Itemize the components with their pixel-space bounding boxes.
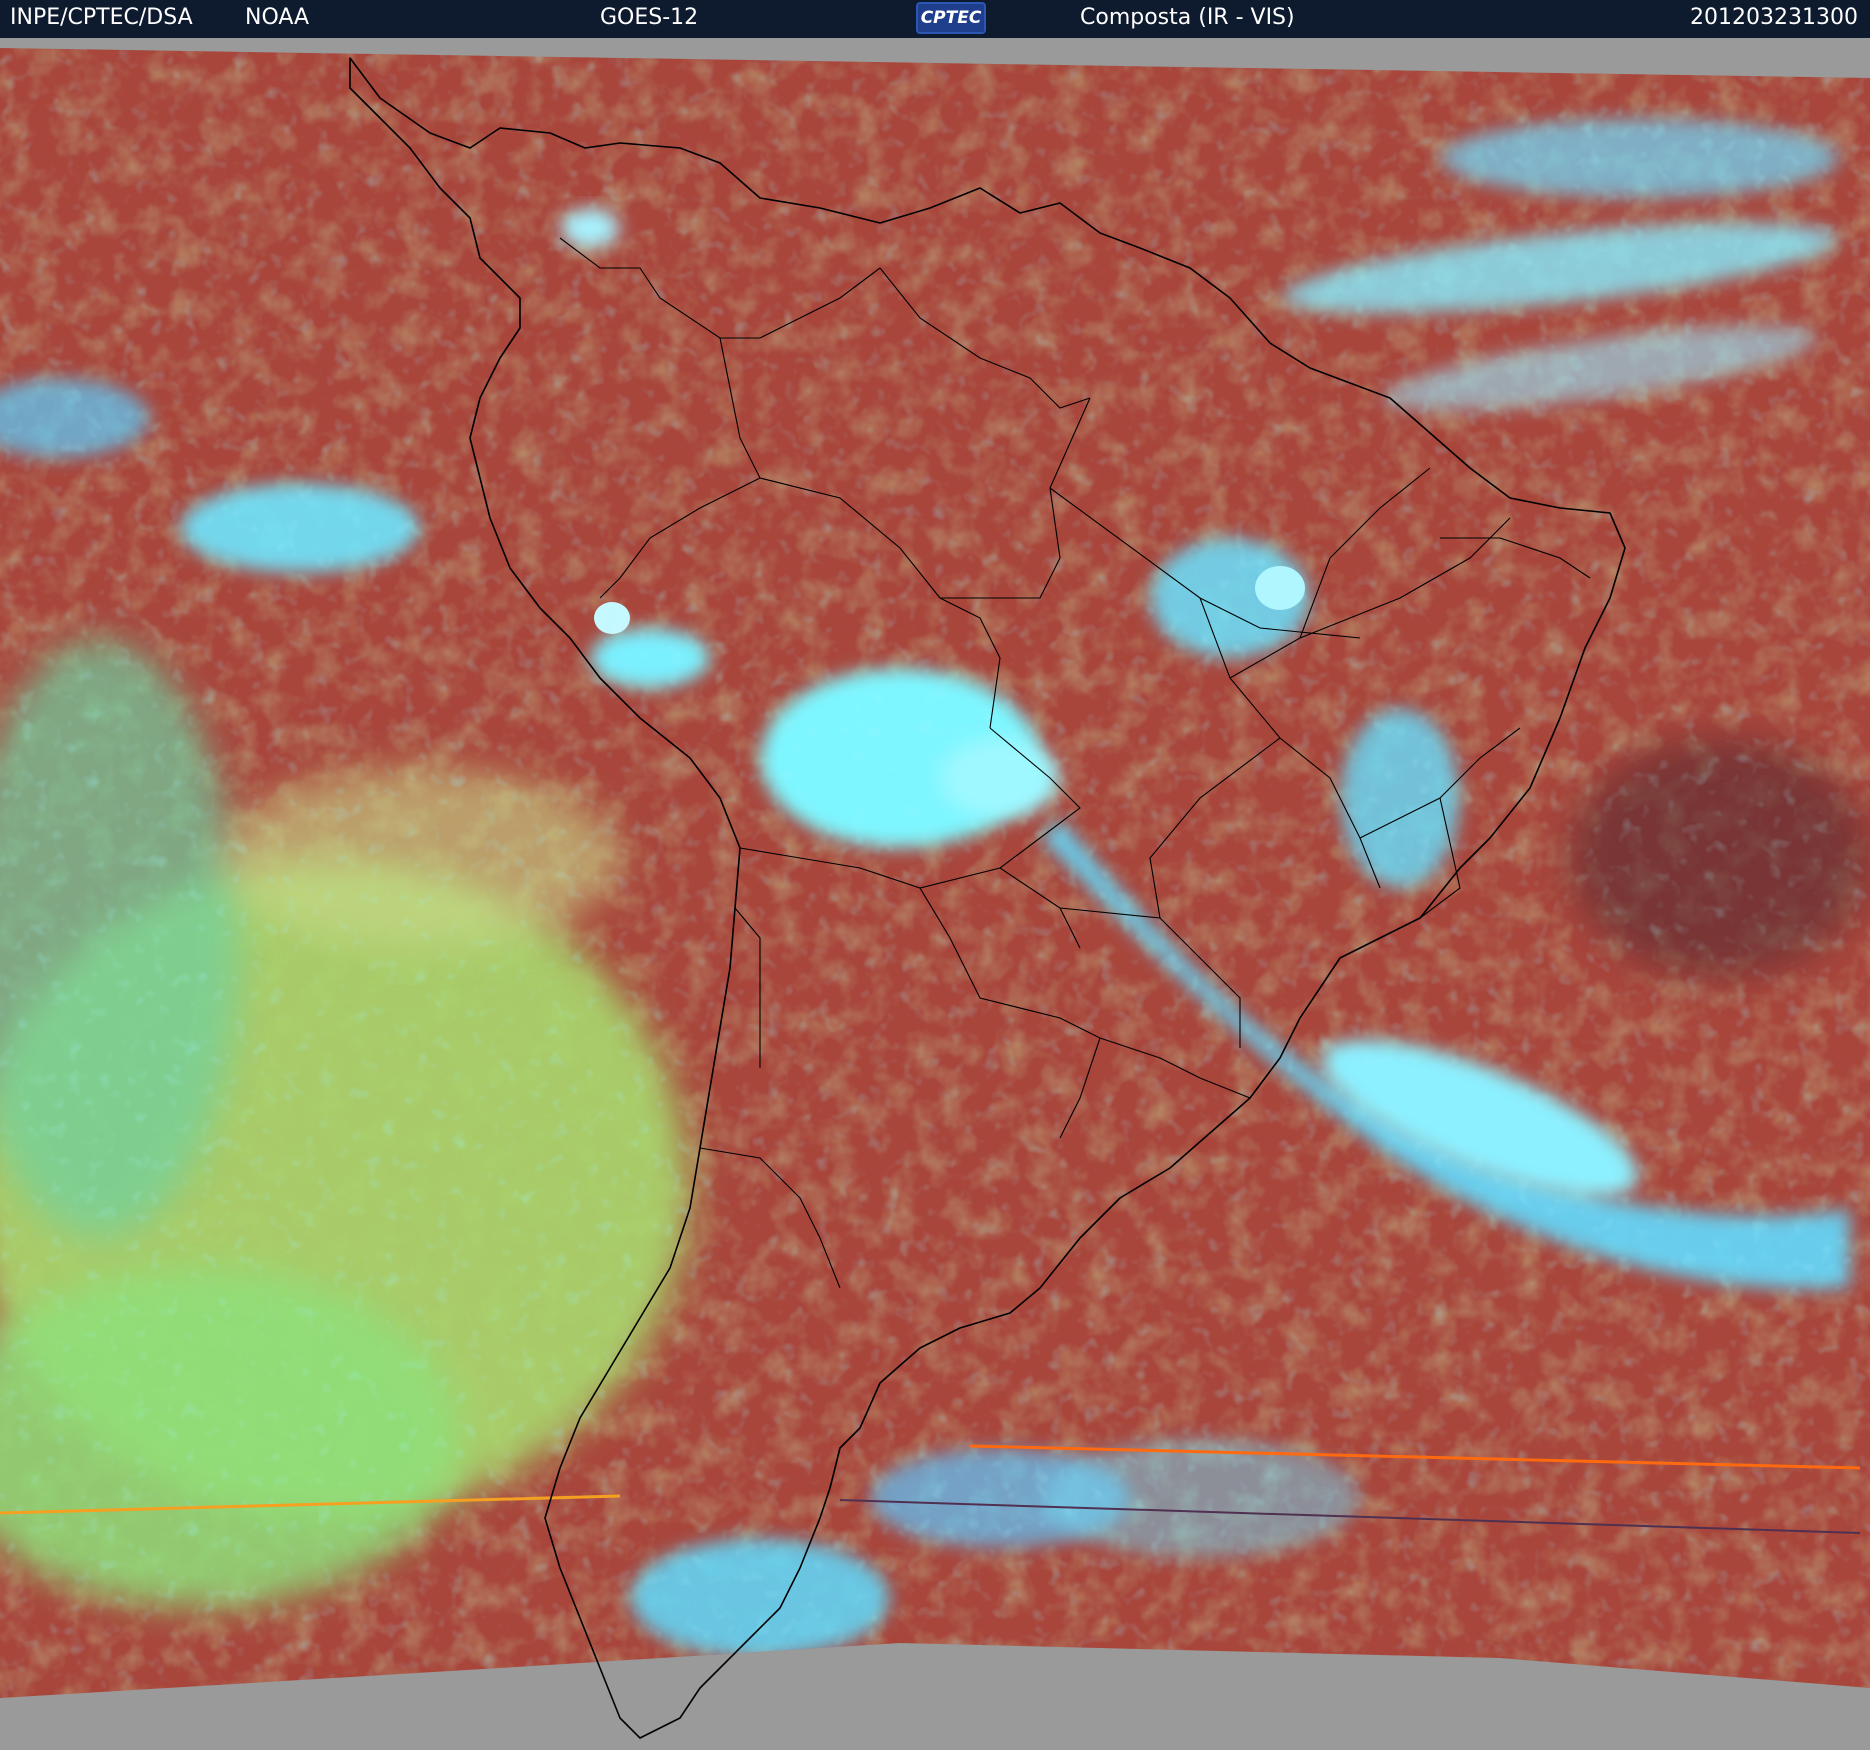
product-label: Composta (IR - VIS) [1080, 5, 1295, 30]
satellite-label: GOES-12 [600, 5, 699, 30]
satellite-image [0, 38, 1870, 1750]
provider-label: NOAA [245, 5, 310, 30]
cptec-logo: CPTEC [916, 2, 986, 34]
satellite-map [0, 38, 1870, 1750]
imagery-layer [0, 48, 1870, 1698]
image-header: INPE/CPTEC/DSA NOAA GOES-12 CPTEC Compos… [0, 0, 1870, 38]
agency-label: INPE/CPTEC/DSA [10, 5, 193, 30]
timestamp-label: 201203231300 [1690, 5, 1858, 30]
